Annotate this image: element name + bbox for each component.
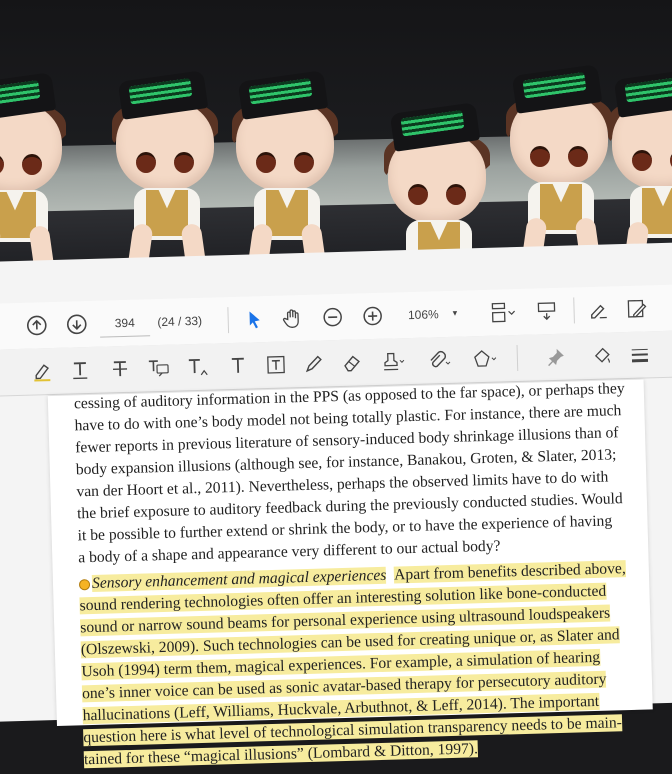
toolbar-divider	[227, 307, 230, 334]
previous-page-icon[interactable]	[23, 312, 50, 339]
zoom-value: 106%	[407, 307, 439, 323]
line-weight-icon[interactable]	[626, 341, 653, 368]
page-count-label: (24 / 33)	[149, 308, 210, 336]
toolbar-divider	[573, 297, 575, 324]
document-page[interactable]: cessing of auditory information in the P…	[47, 379, 653, 769]
page-layout-icon[interactable]	[485, 299, 520, 326]
hand-tool-icon[interactable]	[279, 305, 306, 332]
anime-figure	[232, 70, 342, 278]
sign-icon[interactable]	[585, 296, 612, 323]
scroll-mode-icon[interactable]	[533, 298, 560, 325]
shapes-icon[interactable]	[469, 345, 502, 372]
attach-icon[interactable]	[423, 347, 456, 374]
text-callout-icon[interactable]	[263, 351, 290, 378]
highlighted-text: Apart from benefits described above,	[393, 560, 626, 584]
strikethrough-text-icon[interactable]	[107, 356, 134, 383]
zoom-out-icon[interactable]	[319, 304, 346, 331]
underline-text-icon[interactable]	[67, 357, 94, 384]
highlight-icon[interactable]	[29, 358, 56, 385]
eraser-icon[interactable]	[339, 349, 366, 376]
chevron-down-icon: ▾	[452, 308, 458, 319]
page-position-text: (24 / 33)	[157, 313, 203, 330]
current-page-value: 394	[114, 315, 135, 331]
pencil-icon[interactable]	[301, 350, 328, 377]
text-box-icon[interactable]	[225, 352, 252, 379]
insert-text-icon[interactable]	[185, 354, 212, 381]
replace-text-icon[interactable]	[145, 355, 172, 382]
anime-figure	[0, 72, 70, 280]
toolbar-divider	[516, 345, 519, 372]
comment-note-icon[interactable]	[78, 578, 91, 591]
pdf-viewer: 394 (24 / 33) 106% ▾ cessing of auditory…	[0, 241, 672, 769]
page-number-input[interactable]: 394	[99, 309, 151, 338]
zoom-dropdown[interactable]: 106% ▾	[399, 300, 466, 328]
pin-icon[interactable]	[543, 344, 570, 371]
select-tool-icon[interactable]	[241, 306, 268, 333]
fill-color-icon[interactable]	[589, 342, 616, 369]
next-page-icon[interactable]	[63, 311, 90, 338]
anime-figure	[506, 64, 616, 272]
edit-icon[interactable]	[623, 295, 650, 322]
anime-figure	[112, 70, 222, 278]
stamp-icon[interactable]	[377, 348, 410, 375]
zoom-in-icon[interactable]	[359, 303, 386, 330]
